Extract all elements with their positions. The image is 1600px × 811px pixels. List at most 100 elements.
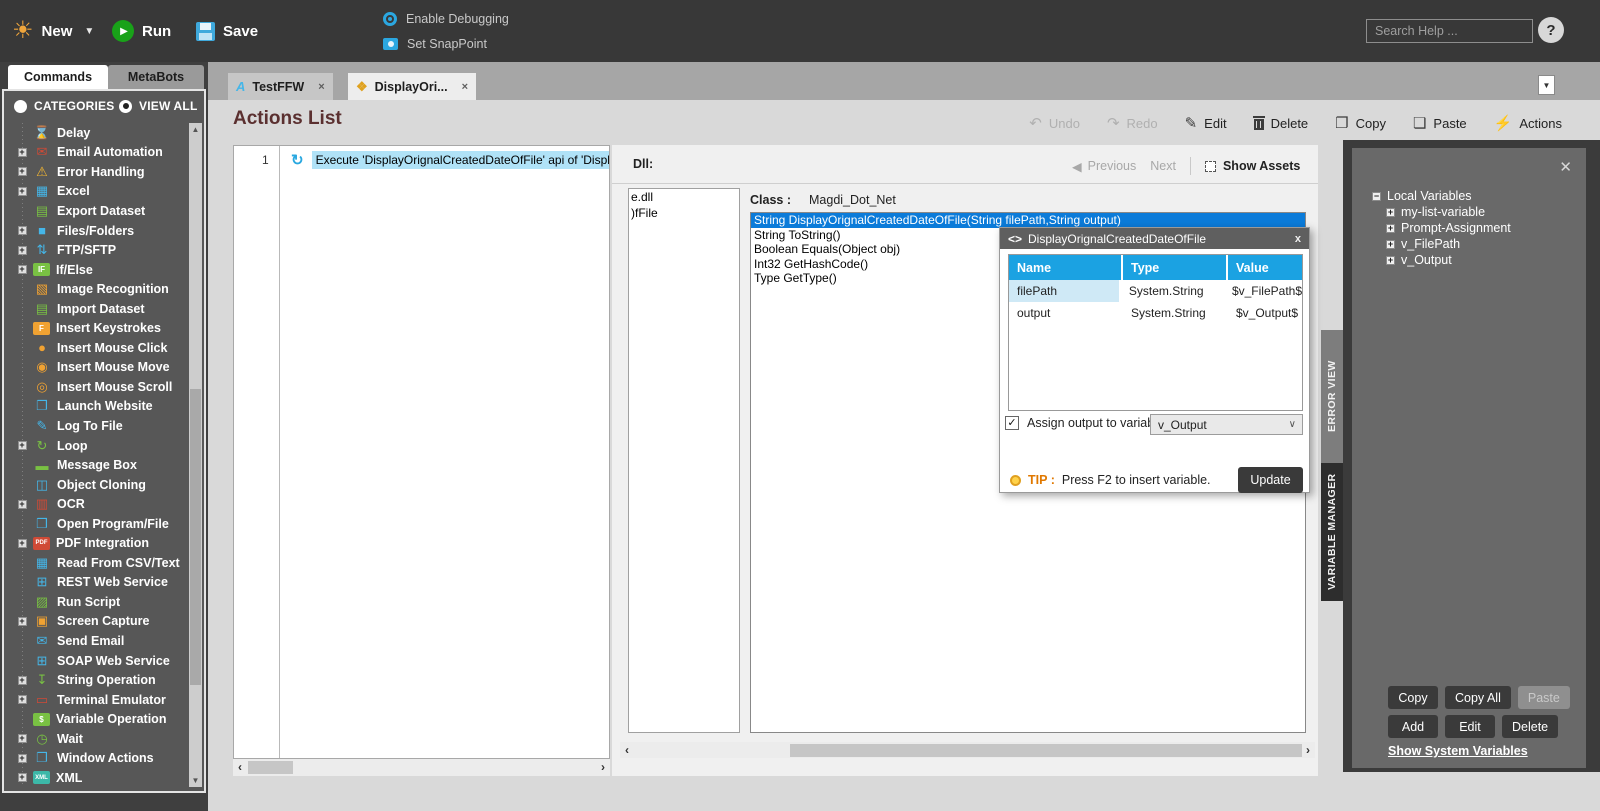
sidebar-item-soap-web-service[interactable]: ⊞SOAP Web Service xyxy=(6,651,188,671)
sidebar-item-excel[interactable]: +▦Excel xyxy=(6,182,188,202)
param-value-cell[interactable]: $v_FilePath$ xyxy=(1224,280,1302,302)
sidebar-tab-commands[interactable]: Commands xyxy=(8,65,108,89)
tab-testffw[interactable]: A TestFFW × xyxy=(228,73,333,100)
action-row[interactable]: 1↻Execute 'DisplayOrignalCreatedDateOfFi… xyxy=(234,150,609,169)
tab-error-view[interactable]: ERROR VIEW xyxy=(1321,330,1343,463)
enable-debugging-button[interactable]: Enable Debugging xyxy=(383,6,509,31)
sidebar-item-open-program-file[interactable]: ❒Open Program/File xyxy=(6,514,188,534)
scroll-right-icon[interactable]: › xyxy=(1306,743,1310,758)
local-variables-root[interactable]: −Local Variables xyxy=(1372,188,1511,204)
action-list-panel[interactable]: 1↻Execute 'DisplayOrignalCreatedDateOfFi… xyxy=(233,145,610,759)
variable-item-prompt-assignment[interactable]: +Prompt-Assignment xyxy=(1386,220,1511,236)
show-system-variables-link[interactable]: Show System Variables xyxy=(1388,744,1528,758)
sidebar-item-pdf-integration[interactable]: +PDFPDF Integration xyxy=(6,533,188,553)
sidebar-item-rest-web-service[interactable]: ⊞REST Web Service xyxy=(6,573,188,593)
categories-radio-circle[interactable] xyxy=(14,100,27,113)
action-list-scroll-thumb[interactable] xyxy=(248,761,293,774)
categories-radio[interactable]: CATEGORIES xyxy=(14,99,114,113)
expand-plus-icon[interactable]: + xyxy=(18,265,27,274)
scroll-left-icon[interactable]: ‹ xyxy=(625,743,629,758)
expand-plus-icon[interactable]: + xyxy=(18,226,27,235)
variable-item-my-list-variable[interactable]: +my-list-variable xyxy=(1386,204,1511,220)
delete-button[interactable]: Delete xyxy=(1502,715,1558,738)
sidebar-item-ftp-sftp[interactable]: +⇅FTP/SFTP xyxy=(6,240,188,260)
expand-plus-icon[interactable]: + xyxy=(18,246,27,255)
variable-item-v-filepath[interactable]: +v_FilePath xyxy=(1386,236,1511,252)
set-snappoint-button[interactable]: Set SnapPoint xyxy=(383,31,509,56)
update-button[interactable]: Update xyxy=(1238,467,1303,493)
variable-select[interactable]: v_Output ∨ xyxy=(1150,414,1303,435)
collapse-minus-icon[interactable]: − xyxy=(1372,192,1381,201)
method-row[interactable]: String DisplayOrignalCreatedDateOfFile(S… xyxy=(751,213,1305,228)
param-name-cell[interactable]: filePath xyxy=(1009,280,1121,302)
view-all-radio-circle[interactable] xyxy=(119,100,132,113)
sidebar-item-terminal-emulator[interactable]: +▭Terminal Emulator xyxy=(6,690,188,710)
parameter-row[interactable]: outputSystem.String$v_Output$ xyxy=(1009,302,1302,324)
close-icon[interactable]: × xyxy=(462,81,468,93)
expand-plus-icon[interactable]: + xyxy=(18,773,27,782)
sidebar-item-insert-mouse-move[interactable]: ◉Insert Mouse Move xyxy=(6,358,188,378)
new-dropdown-caret[interactable]: ▼ xyxy=(84,26,94,37)
sidebar-item-wait[interactable]: +◷Wait xyxy=(6,729,188,749)
new-button[interactable]: ☀ New ▼ xyxy=(12,0,94,62)
expand-plus-icon[interactable]: + xyxy=(18,676,27,685)
close-icon[interactable]: ✕ xyxy=(1559,158,1572,176)
action-list-hscrollbar[interactable]: ‹ › xyxy=(233,759,610,776)
dll-file-item[interactable]: e.dll xyxy=(629,189,739,205)
save-button[interactable]: Save xyxy=(196,0,258,62)
dll-file-list[interactable]: e.dll)fFile xyxy=(628,188,740,733)
expand-plus-icon[interactable]: + xyxy=(18,539,27,548)
close-icon[interactable]: x xyxy=(1295,233,1301,245)
sidebar-scroll-thumb[interactable] xyxy=(190,389,201,685)
tab-overflow-button[interactable]: ▼ xyxy=(1538,75,1555,95)
expand-plus-icon[interactable]: + xyxy=(18,754,27,763)
scroll-right-icon[interactable]: › xyxy=(601,760,605,775)
add-button[interactable]: Add xyxy=(1388,715,1438,738)
sidebar-item-log-to-file[interactable]: ✎Log To File xyxy=(6,416,188,436)
sidebar-item-read-from-csv-text[interactable]: ▦Read From CSV/Text xyxy=(6,553,188,573)
close-icon[interactable]: × xyxy=(318,81,324,93)
search-help-input[interactable] xyxy=(1367,24,1540,38)
scroll-left-icon[interactable]: ‹ xyxy=(238,760,242,775)
sidebar-item-window-actions[interactable]: +❐Window Actions xyxy=(6,749,188,769)
expand-plus-icon[interactable]: + xyxy=(18,187,27,196)
sidebar-item-insert-mouse-click[interactable]: ●Insert Mouse Click xyxy=(6,338,188,358)
delete-button[interactable]: Delete xyxy=(1254,116,1309,131)
sidebar-item-delay[interactable]: ⌛Delay xyxy=(6,123,188,143)
sidebar-item-image-recognition[interactable]: ▧Image Recognition xyxy=(6,279,188,299)
sidebar-item-ocr[interactable]: +▥OCR xyxy=(6,494,188,514)
sidebar-item-xml[interactable]: +XMLXML xyxy=(6,768,188,787)
param-name-cell[interactable]: output xyxy=(1009,302,1123,324)
expand-plus-icon[interactable]: + xyxy=(1386,256,1395,265)
sidebar-item-object-cloning[interactable]: ◫Object Cloning xyxy=(6,475,188,495)
sidebar-item-export-dataset[interactable]: ▤Export Dataset xyxy=(6,201,188,221)
sidebar-item-insert-mouse-scroll[interactable]: ◎Insert Mouse Scroll xyxy=(6,377,188,397)
sidebar-vertical-scrollbar[interactable]: ▲ ▼ xyxy=(189,123,202,787)
edit-button[interactable]: ✎Edit xyxy=(1185,114,1227,132)
sidebar-item-error-handling[interactable]: +⚠Error Handling xyxy=(6,162,188,182)
action-row-text[interactable]: Execute 'DisplayOrignalCreatedDateOfFile… xyxy=(312,151,609,169)
expand-plus-icon[interactable]: + xyxy=(18,148,27,157)
next-button[interactable]: Next xyxy=(1150,159,1176,173)
tab-variable-manager[interactable]: VARIABLE MANAGER xyxy=(1321,463,1343,601)
expand-plus-icon[interactable]: + xyxy=(18,617,27,626)
scroll-down-icon[interactable]: ▼ xyxy=(189,774,202,787)
previous-button[interactable]: Previous xyxy=(1088,159,1137,173)
tab-displayori[interactable]: ❖ DisplayOri... × xyxy=(348,73,476,100)
show-assets-button[interactable]: Show Assets xyxy=(1205,159,1300,173)
help-button[interactable]: ? xyxy=(1538,17,1564,43)
sidebar-item-screen-capture[interactable]: +▣Screen Capture xyxy=(6,612,188,632)
sidebar-item-loop[interactable]: +↻Loop xyxy=(6,436,188,456)
expand-plus-icon[interactable]: + xyxy=(1386,224,1395,233)
expand-plus-icon[interactable]: + xyxy=(1386,240,1395,249)
expand-plus-icon[interactable]: + xyxy=(18,695,27,704)
dialog-titlebar[interactable]: <> DisplayOrignalCreatedDateOfFile x xyxy=(1000,228,1309,249)
actions-button[interactable]: ⚡Actions xyxy=(1494,114,1562,132)
copy-button[interactable]: Copy xyxy=(1388,686,1438,709)
param-value-cell[interactable]: $v_Output$ xyxy=(1228,302,1302,324)
sidebar-item-message-box[interactable]: ▬Message Box xyxy=(6,455,188,475)
sidebar-item-import-dataset[interactable]: ▤Import Dataset xyxy=(6,299,188,319)
sidebar-tab-metabots[interactable]: MetaBots xyxy=(108,65,204,89)
expand-plus-icon[interactable]: + xyxy=(18,734,27,743)
sidebar-item-if-else[interactable]: +IFIf/Else xyxy=(6,260,188,280)
